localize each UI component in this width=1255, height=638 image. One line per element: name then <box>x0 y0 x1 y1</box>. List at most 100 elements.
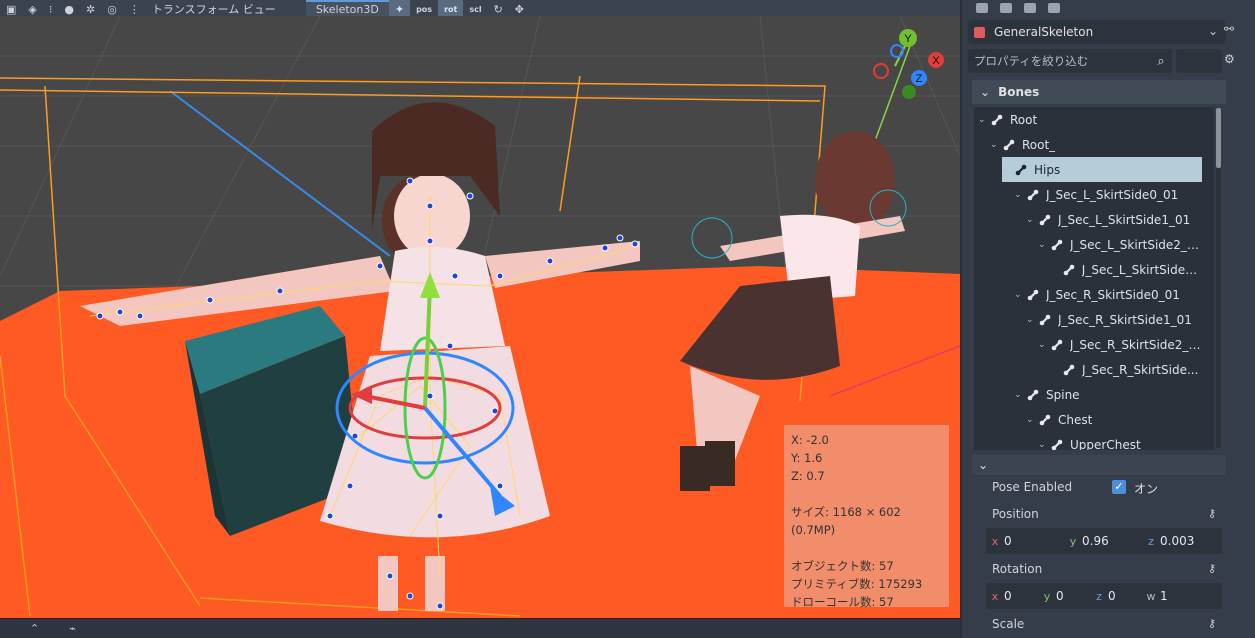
pose-enabled-value: オン <box>1134 482 1159 496</box>
axis-y-label: y <box>1043 589 1051 603</box>
chevron-down-icon[interactable]: ⌄ <box>1014 190 1026 200</box>
rotation-x-value[interactable]: 0 <box>1004 589 1038 603</box>
transform-view-menu[interactable]: トランスフォーム ビュー <box>146 0 306 16</box>
bone-item[interactable]: ⌄ Root_ <box>990 132 1202 157</box>
pose-section-header[interactable]: ⌄ <box>972 455 1226 475</box>
bones-section-header[interactable]: ⌄ Bones <box>972 80 1226 104</box>
key-icon[interactable]: ⚷ <box>1208 617 1216 630</box>
bone-label: Root_ <box>1022 137 1056 152</box>
bone-icon <box>1014 163 1028 177</box>
toolbar-icon-5[interactable]: ✲ <box>80 0 101 16</box>
pose-enabled-label: Pose Enabled <box>992 480 1073 494</box>
bone-item[interactable]: J_Sec_L_SkirtSide2... <box>1050 257 1202 282</box>
position-y-value[interactable]: 0.96 <box>1082 534 1142 548</box>
bone-item[interactable]: ⌄ J_Sec_L_SkirtSide0_01 <box>1014 182 1202 207</box>
bone-item[interactable]: ⌄ Spine <box>1014 382 1202 407</box>
bottom-chevron-icon[interactable]: ⌃ <box>30 622 39 635</box>
toolbar-icon-3[interactable]: ⁝ <box>43 0 59 16</box>
bone-icon <box>1062 263 1076 277</box>
skeleton3d-tab[interactable]: Skeleton3D <box>305 0 389 16</box>
chevron-down-icon[interactable]: ⌄ <box>1038 340 1050 350</box>
bone-icon <box>1026 288 1040 302</box>
chevron-down-icon[interactable]: ⌄ <box>1014 390 1026 400</box>
toolbar-icon-2[interactable]: ◈ <box>22 0 42 16</box>
bone-item[interactable]: ⌄ UpperChest <box>1038 432 1202 451</box>
stat-drawcalls: ドローコール数: 57 <box>791 595 894 609</box>
bone-item[interactable]: J_Sec_R_SkirtSide... <box>1050 357 1202 382</box>
bone-item[interactable]: ⌄ J_Sec_L_SkirtSide2_01 <box>1038 232 1202 257</box>
bone-item[interactable]: ⌄ Hips <box>1002 157 1202 182</box>
chevron-down-icon[interactable]: ⌄ <box>1038 440 1050 450</box>
chevron-down-icon[interactable]: ⌄ <box>1026 415 1038 425</box>
toolbar-icon-8[interactable]: ↻ <box>488 0 509 16</box>
chevron-down-icon[interactable]: ⌄ <box>978 115 990 125</box>
bone-tree[interactable]: ⌄ Root ⌄ Root_ ⌄ Hips ⌄ J_Sec_L_SkirtSide0_01 ⌄ J… <box>974 107 1214 450</box>
bone-item[interactable]: ⌄ J_Sec_L_SkirtSide1_01 <box>1026 207 1202 232</box>
new-resource-icon[interactable] <box>976 3 988 13</box>
rotation-w-value[interactable]: 1 <box>1160 589 1194 603</box>
stat-size: サイズ: 1168 × 602 (0.7MP) <box>791 505 901 537</box>
rotation-y-value[interactable]: 0 <box>1056 589 1090 603</box>
node-docs-icon[interactable]: ⚯ <box>1224 22 1234 36</box>
chevron-down-icon[interactable]: ⌄ <box>990 140 1002 150</box>
gizmo-y-label: Y <box>904 33 912 45</box>
viewport-stats-panel: X: -2.0 Y: 1.6 Z: 0.7 サイズ: 1168 × 602 (0… <box>784 425 949 609</box>
chevron-down-icon[interactable]: ⌄ <box>1026 315 1038 325</box>
chevron-down-icon[interactable]: ⌄ <box>1002 165 1014 175</box>
editor-root: ▣ ◈ ⁝ ● ✲ ◎ ⋮ トランスフォーム ビュー Skeleton3D ✦ … <box>0 0 1255 638</box>
bone-item[interactable]: ⌄ Root <box>978 107 1202 132</box>
toolbar-icon-tab-extra[interactable]: ✦ <box>388 0 411 16</box>
toolbar-icon-4[interactable]: ● <box>58 0 80 16</box>
axis-z-label: z <box>1096 589 1102 603</box>
pos-button[interactable]: pos <box>410 0 438 16</box>
position-label: Position <box>992 507 1039 521</box>
pose-enabled-checkbox[interactable]: ✓ <box>1112 480 1126 494</box>
chevron-down-icon[interactable]: ⌄ <box>1038 240 1050 250</box>
viewport-bottom-bar: ⌃ ⌁ <box>0 618 960 638</box>
bone-label: J_Sec_L_SkirtSide1_01 <box>1058 212 1191 227</box>
axis-x-label: x <box>991 589 999 603</box>
bone-item[interactable]: ⌄ J_Sec_R_SkirtSide1_01 <box>1026 307 1202 332</box>
key-icon[interactable]: ⚷ <box>1208 507 1216 520</box>
bone-label: Root <box>1010 112 1038 127</box>
bone-item[interactable]: ⌄ J_Sec_R_SkirtSide0_01 <box>1014 282 1202 307</box>
bone-icon <box>1038 213 1052 227</box>
bottom-tool-icon[interactable]: ⌁ <box>69 622 76 635</box>
axis-w-label: w <box>1146 589 1156 603</box>
bone-tree-scrollbar[interactable] <box>1216 108 1221 448</box>
bones-section-title: Bones <box>998 85 1040 99</box>
save-resource-icon[interactable] <box>1024 3 1036 13</box>
rotation-field[interactable]: x 0 y 0 z 0 w 1 <box>986 583 1222 609</box>
stat-z: Z: 0.7 <box>791 469 825 483</box>
key-icon[interactable]: ⚷ <box>1208 562 1216 575</box>
property-filter-input[interactable]: プロパティを絞り込む ⌕ <box>968 49 1172 73</box>
viewport-toolbar: ▣ ◈ ⁝ ● ✲ ◎ ⋮ トランスフォーム ビュー Skeleton3D ✦ … <box>0 0 960 16</box>
stat-objects: オブジェクト数: 57 <box>791 559 894 573</box>
node-selector[interactable]: GeneralSkeleton ⌄ <box>968 20 1226 44</box>
toolbar-icon-6[interactable]: ◎ <box>101 0 123 16</box>
filter-settings-icon[interactable]: ⚙ <box>1224 52 1235 66</box>
viewport-3d[interactable]: ▣ ◈ ⁝ ● ✲ ◎ ⋮ トランスフォーム ビュー Skeleton3D ✦ … <box>0 0 960 638</box>
toolbar-icon-7[interactable]: ⋮ <box>123 0 146 16</box>
toolbar-icon-9[interactable]: ✥ <box>509 0 530 16</box>
stat-y: Y: 1.6 <box>791 451 823 465</box>
rotation-label: Rotation <box>992 562 1043 576</box>
bone-icon <box>1038 413 1052 427</box>
position-x-value[interactable]: 0 <box>1004 534 1064 548</box>
scl-button[interactable]: scl <box>463 0 487 16</box>
position-field[interactable]: x 0 y 0.96 z 0.003 <box>986 528 1222 554</box>
position-z-value[interactable]: 0.003 <box>1160 534 1220 548</box>
bone-item[interactable]: ⌄ Chest <box>1026 407 1202 432</box>
rotation-z-value[interactable]: 0 <box>1108 589 1142 603</box>
chevron-down-icon[interactable]: ⌄ <box>1026 215 1038 225</box>
bone-icon <box>1026 388 1040 402</box>
filter-placeholder: プロパティを絞り込む <box>974 54 1089 68</box>
bone-label: J_Sec_L_SkirtSide2_01 <box>1069 237 1202 252</box>
load-resource-icon[interactable] <box>1000 3 1012 13</box>
bone-item[interactable]: ⌄ J_Sec_R_SkirtSide2_01 <box>1038 332 1202 357</box>
gizmo-x-label: X <box>932 55 940 67</box>
toolbar-icon-1[interactable]: ▣ <box>0 0 22 16</box>
more-icon[interactable] <box>1048 3 1060 13</box>
rot-button[interactable]: rot <box>438 0 464 16</box>
chevron-down-icon[interactable]: ⌄ <box>1014 290 1026 300</box>
